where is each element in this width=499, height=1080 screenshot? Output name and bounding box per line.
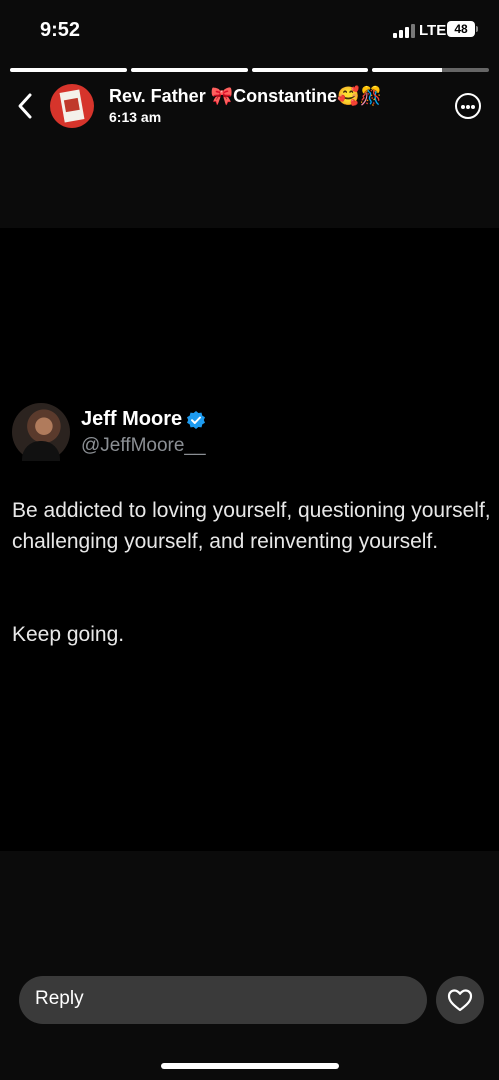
progress-segment bbox=[372, 68, 489, 72]
home-indicator[interactable] bbox=[161, 1063, 339, 1069]
heart-icon bbox=[447, 989, 473, 1012]
battery-tip bbox=[476, 26, 478, 32]
like-button[interactable] bbox=[436, 976, 484, 1024]
story-avatar[interactable] bbox=[50, 84, 94, 128]
progress-segment bbox=[10, 68, 127, 72]
battery-icon: 48 bbox=[447, 21, 475, 37]
author-name: Jeff Moore bbox=[81, 408, 183, 430]
story-time: 6:13 am bbox=[109, 109, 162, 125]
network-label: LTE bbox=[419, 22, 447, 39]
status-time: 9:52 bbox=[40, 19, 81, 41]
story-header: Rev. Father 🎀Constantine🥰🎊 6:13 am bbox=[0, 80, 499, 132]
author-handle: @JeffMoore__ bbox=[81, 435, 206, 456]
back-icon[interactable] bbox=[14, 92, 38, 120]
story-progress bbox=[10, 68, 489, 72]
more-icon[interactable] bbox=[455, 93, 481, 119]
post-card: Jeff Moore @JeffMoore__ Be addicted to l… bbox=[0, 228, 499, 851]
reply-input[interactable]: Reply bbox=[19, 976, 427, 1024]
verified-icon bbox=[187, 411, 205, 429]
post-text-secondary: Keep going. bbox=[12, 623, 125, 646]
author-avatar bbox=[12, 403, 70, 461]
status-bar: 9:52 LTE 48 bbox=[0, 0, 499, 60]
post-text: Be addicted to loving yourself, question… bbox=[12, 499, 491, 553]
signal-icon bbox=[393, 24, 415, 38]
progress-segment bbox=[251, 68, 369, 72]
reply-placeholder: Reply bbox=[35, 988, 84, 1009]
story-author[interactable]: Rev. Father 🎀Constantine🥰🎊 bbox=[109, 86, 382, 107]
progress-segment bbox=[130, 68, 248, 72]
